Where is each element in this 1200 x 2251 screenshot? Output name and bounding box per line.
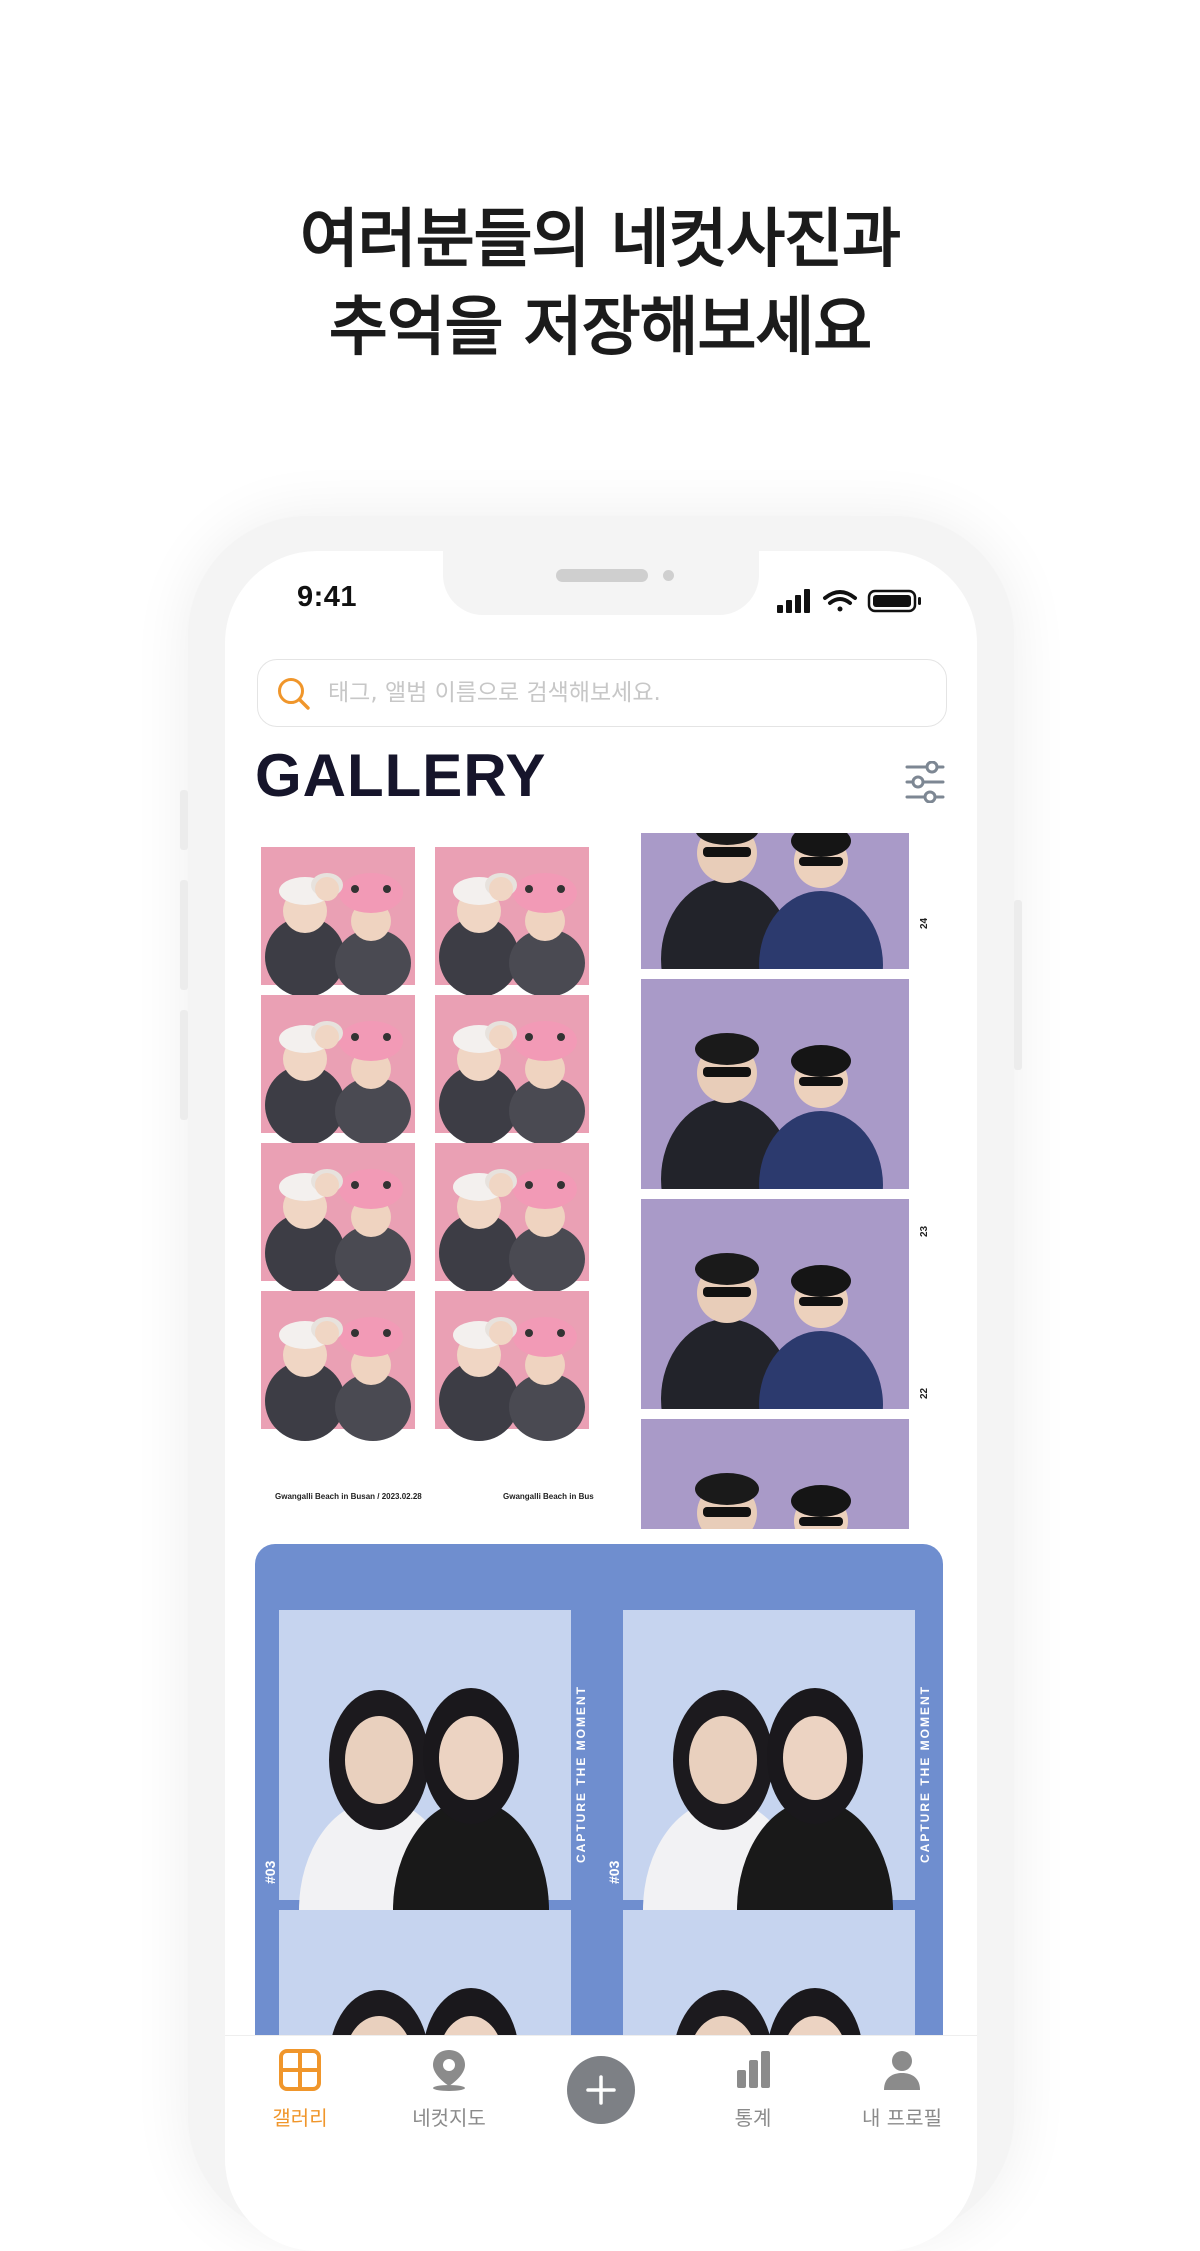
strip-caption-right: Gwangalli Beach in Bus — [503, 1492, 594, 1501]
strip-side-text: CAPTURE THE MOMENT — [918, 1685, 932, 1863]
person-icon — [884, 2051, 920, 2090]
headline-line-1: 여러분들의 네컷사진과 — [299, 203, 901, 277]
tab-gallery[interactable]: 갤러리 — [240, 2048, 360, 2131]
signal-icon — [777, 589, 810, 613]
gallery-title: GALLERY — [255, 742, 547, 809]
battery-icon — [867, 589, 921, 613]
plus-icon — [586, 2075, 616, 2105]
camera — [663, 570, 674, 581]
tab-bar: 갤러리 네컷지도 통계 내 프로필 — [225, 2035, 977, 2166]
search-input[interactable] — [326, 660, 930, 726]
add-button[interactable] — [567, 2056, 635, 2124]
headline-line-2: 추억을 저장해보세요 — [328, 291, 872, 365]
photo-strip-lavender[interactable]: 24 24 23 22 — [641, 829, 949, 1529]
photo-strip-blue-image: CAPTURE THE MOMENT CAPTURE THE MOMENT #0… — [262, 1610, 932, 2064]
bar-chart-icon — [737, 2051, 770, 2088]
tab-stats[interactable]: 통계 — [693, 2048, 813, 2131]
photo-frame — [435, 995, 589, 1145]
photo-frame — [261, 847, 415, 997]
photo-strip-blue[interactable]: CAPTURE THE MOMENT CAPTURE THE MOMENT #0… — [255, 1544, 943, 2064]
strip-frame-label: #03 — [606, 1860, 622, 1884]
status-icons — [777, 589, 921, 613]
frame-number: 23 — [919, 1225, 930, 1237]
photo-frame — [261, 995, 415, 1145]
photo-frame — [435, 1291, 589, 1441]
map-pin-icon — [433, 2050, 465, 2091]
tab-map[interactable]: 네컷지도 — [389, 2048, 509, 2131]
phone-side-button — [180, 1010, 188, 1120]
photo-frame — [261, 1291, 415, 1441]
wifi-icon — [823, 590, 857, 612]
phone-side-button — [1014, 900, 1022, 1070]
photo-frame — [261, 1143, 415, 1293]
status-time: 9:41 — [297, 581, 358, 613]
phone-side-button — [180, 880, 188, 990]
frame-number: 24 — [919, 917, 930, 929]
tab-label: 갤러리 — [272, 2106, 328, 2130]
photo-frame — [641, 1419, 909, 1529]
strip-side-text: CAPTURE THE MOMENT — [574, 1685, 588, 1863]
photo-strip-pink[interactable]: Gwangalli Beach in Busan / 2023.02.28 Gw… — [255, 837, 601, 1527]
tab-label: 내 프로필 — [862, 2106, 942, 2130]
strip-frame-label: #03 — [262, 1860, 278, 1884]
phone-screen: 9:41 GALLERY — [225, 551, 977, 2251]
tab-profile[interactable]: 내 프로필 — [842, 2048, 962, 2131]
tab-label: 네컷지도 — [412, 2106, 486, 2130]
speaker — [556, 569, 648, 582]
sliders-icon[interactable] — [905, 761, 945, 803]
strip-caption-left: Gwangalli Beach in Busan / 2023.02.28 — [275, 1492, 422, 1501]
phone-side-button — [180, 790, 188, 850]
tab-label: 통계 — [734, 2106, 772, 2130]
photo-frame — [435, 1143, 589, 1293]
frame-number: 22 — [919, 1387, 930, 1399]
headline: 여러분들의 네컷사진과 추억을 저장해보세요 — [0, 196, 1200, 372]
grid-icon — [279, 2049, 321, 2091]
notch — [443, 551, 759, 615]
search-bar[interactable] — [257, 659, 947, 727]
search-icon — [278, 678, 310, 710]
photo-frame — [435, 847, 589, 997]
